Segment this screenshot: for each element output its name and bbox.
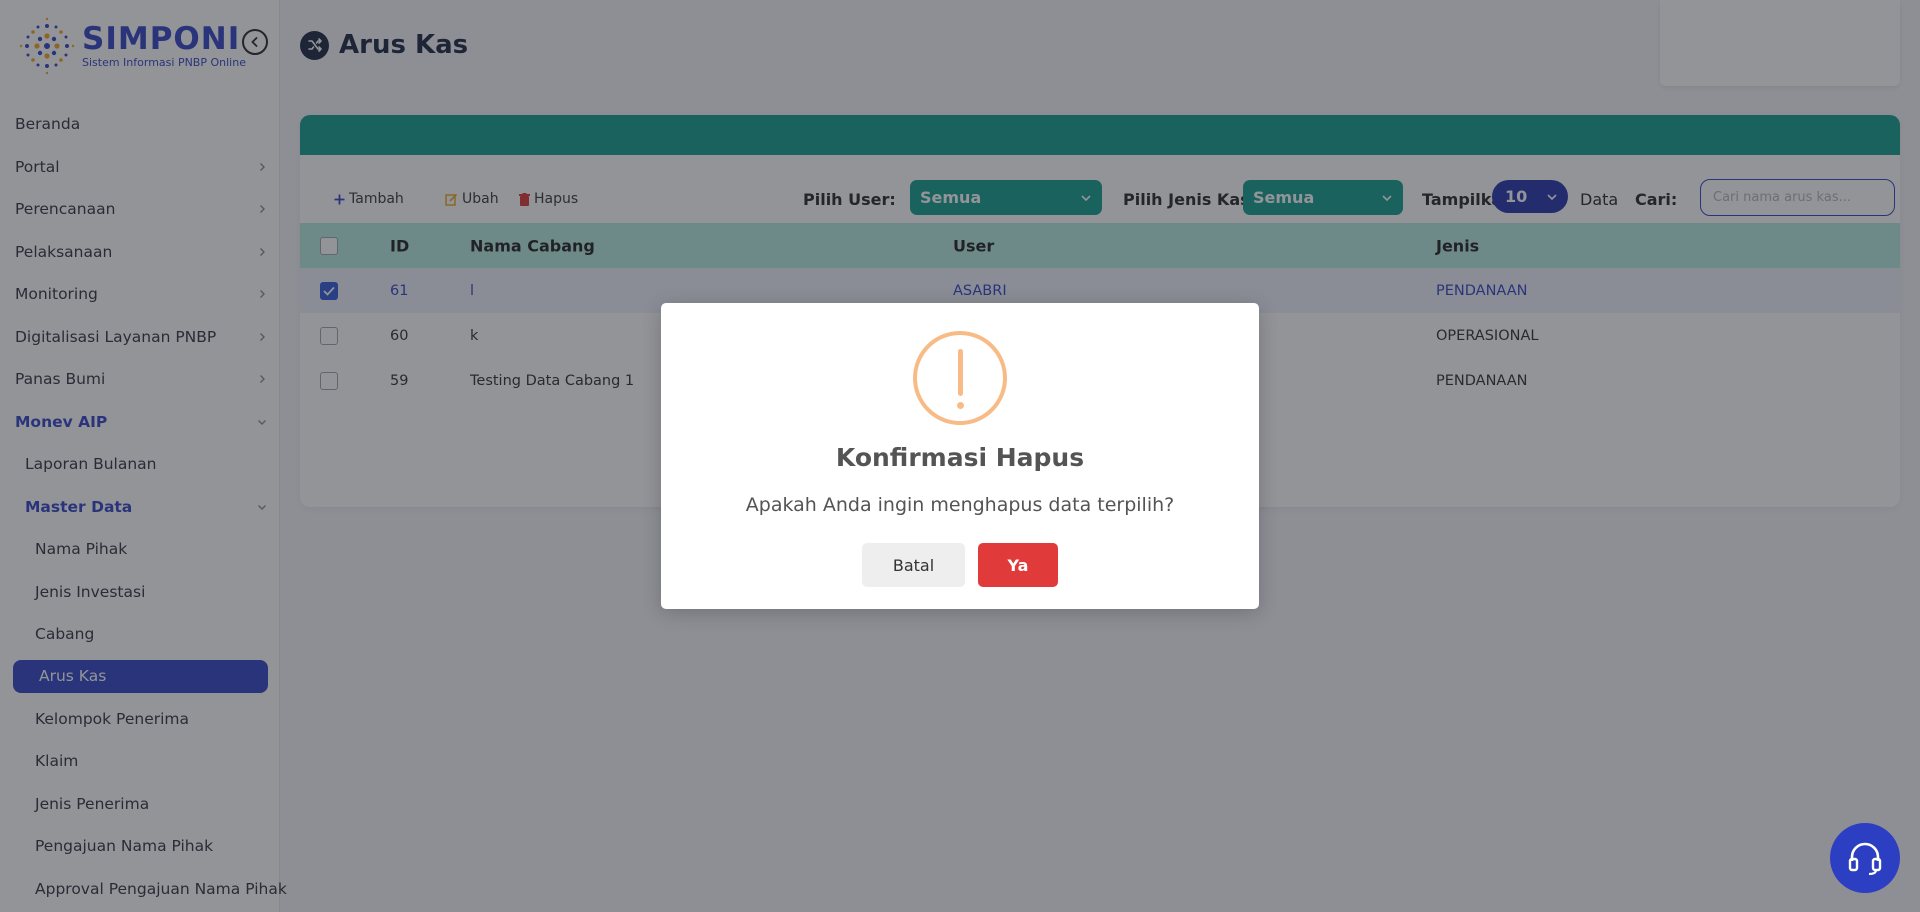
dialog-message: Apakah Anda ingin menghapus data terpili… [745, 494, 1175, 516]
dialog-title: Konfirmasi Hapus [835, 443, 1085, 472]
help-support-button[interactable] [1830, 823, 1900, 893]
warning-icon [913, 331, 1007, 425]
delete-confirm-dialog: Konfirmasi Hapus Apakah Anda ingin mengh… [661, 303, 1259, 609]
cancel-button[interactable]: Batal [862, 543, 965, 587]
headset-icon [1848, 842, 1882, 875]
confirm-button[interactable]: Ya [978, 543, 1058, 587]
